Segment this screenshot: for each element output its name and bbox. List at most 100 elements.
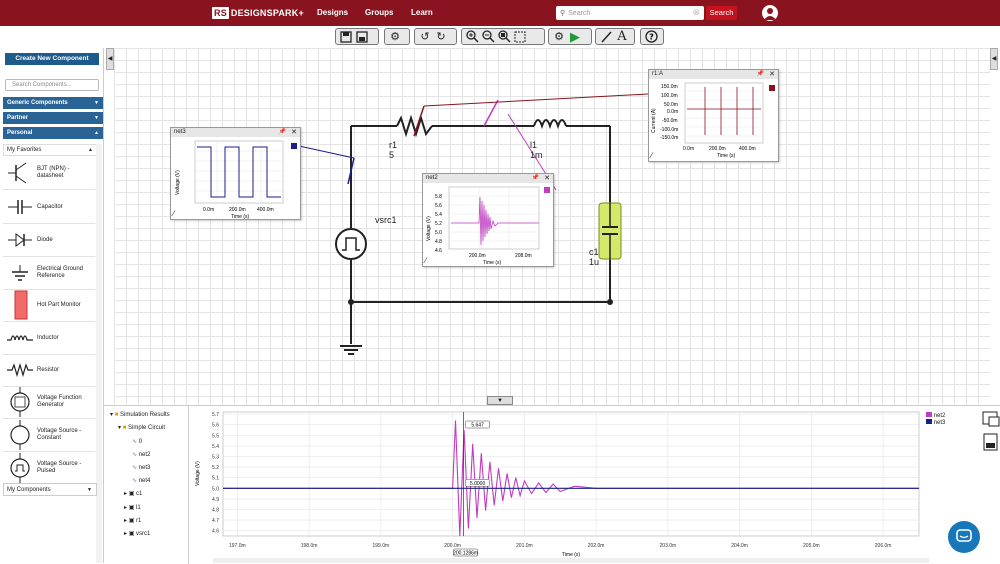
tree-component[interactable]: ▸ ▣ r1	[124, 517, 141, 524]
export-csv-icon[interactable]	[982, 433, 1000, 451]
resize-handle-icon[interactable]: ∕	[651, 151, 652, 160]
component-capacitor[interactable]: Capacitor	[3, 191, 95, 224]
probe-title-bar[interactable]: r1:A 📌 ✕	[649, 70, 778, 79]
component-label: Voltage Function Generator	[37, 395, 82, 408]
user-avatar-icon[interactable]	[762, 5, 778, 21]
category-partner[interactable]: Partner ▼	[3, 112, 103, 124]
draw-wire-icon[interactable]	[598, 30, 614, 44]
category-generic-components[interactable]: Generic Components ▼	[3, 97, 103, 109]
y-tick-label: 4.9	[212, 497, 219, 503]
component-voltage-function-generator[interactable]: Voltage Function Generator	[3, 386, 95, 419]
y-tick-label: 5.0	[212, 486, 219, 492]
nav-link-groups[interactable]: Groups	[365, 8, 393, 17]
results-plot[interactable]: 5.7 5.6 5.5 5.4 5.3 5.2 5.1 5.0 4.9 4.8 4.7 4.6 197.…	[189, 406, 979, 564]
x-axis-label: Time (s)	[717, 153, 735, 159]
tree-net[interactable]: ∿ net3	[132, 464, 150, 471]
y-tick: 5.8	[435, 194, 442, 200]
chat-support-icon[interactable]	[948, 521, 980, 553]
y-tick: 50.0m	[664, 102, 678, 108]
category-personal[interactable]: Personal ▲	[3, 127, 103, 139]
site-search-input[interactable]: ⚲ Search ⊗	[556, 6, 704, 20]
x-axis-label: Time (s)	[483, 260, 501, 266]
inductor-l1[interactable]	[533, 119, 567, 130]
my-components-dropdown[interactable]: My Components ▼	[3, 483, 97, 496]
redo-icon[interactable]: ↻	[433, 30, 449, 44]
clear-search-icon[interactable]: ⊗	[692, 7, 700, 18]
component-diode[interactable]: Diode	[3, 224, 95, 257]
probe-window-net3[interactable]: net3 📌 ✕ 0.0m 200.0m 400.0m Time (s) Vol…	[170, 127, 301, 220]
component-label: Voltage Source - Constant	[37, 428, 82, 441]
nav-link-designs[interactable]: Designs	[317, 8, 348, 17]
pin-icon[interactable]: 📌	[279, 128, 286, 137]
legend-entry-net3[interactable]: net3	[926, 419, 945, 426]
tree-component[interactable]: ▸ ▣ c1	[124, 490, 142, 497]
close-icon[interactable]: ✕	[544, 174, 550, 183]
select-area-icon[interactable]	[512, 30, 528, 44]
component-ground-reference[interactable]: Electrical Ground Reference	[3, 257, 95, 290]
tree-net[interactable]: ∿ net4	[132, 477, 150, 484]
legend-swatch	[926, 419, 932, 424]
series-color-swatch[interactable]	[769, 85, 775, 91]
simulation-settings-icon[interactable]: ⚙	[551, 30, 567, 44]
component-inductor[interactable]: Inductor	[3, 322, 95, 355]
tree-net[interactable]: ∿ net2	[132, 451, 150, 458]
pin-icon[interactable]: 📌	[532, 174, 539, 183]
ground-icon	[3, 258, 37, 288]
probe-title-bar[interactable]: net3 📌 ✕	[171, 128, 300, 137]
help-icon[interactable]: ?	[643, 30, 659, 44]
save-all-icon[interactable]	[354, 30, 370, 44]
component-bjt-npn[interactable]: BJT (NPN) - datasheet	[3, 157, 95, 190]
probe-wire-r1	[423, 93, 649, 107]
legend-entry-net2[interactable]: net2	[926, 412, 945, 419]
tree-circuit[interactable]: ▾ ■ Simple Circuit	[118, 424, 165, 431]
collapse-right-panel-handle[interactable]: ◀	[990, 48, 998, 70]
component-voltage-source-constant[interactable]: Voltage Source - Constant	[3, 419, 95, 452]
resize-handle-icon[interactable]: ∕	[425, 256, 426, 265]
schematic-canvas[interactable]: r1 5 l1 1m c1 1u vsrc1 net3 📌 ✕ 0.0m 200…	[114, 48, 990, 405]
component-voltage-source-pulsed[interactable]: Voltage Source - Pulsed	[3, 451, 95, 484]
tree-circuit-label: Simple Circuit	[127, 425, 165, 431]
probe-window-r1[interactable]: r1:A 📌 ✕ 150.0m 100.0m 50.0m 0.0m -50.0m…	[648, 69, 779, 162]
voltage-source-icon	[3, 420, 37, 450]
tree-root[interactable]: ▾ ■ Simulation Results	[110, 411, 170, 418]
series-color-swatch[interactable]	[291, 143, 297, 149]
collapse-results-panel-handle[interactable]: ▼	[487, 396, 513, 405]
pin-icon[interactable]: 📌	[757, 70, 764, 79]
capacitor-icon	[3, 192, 37, 222]
toolbar-group-file	[335, 28, 379, 45]
run-simulation-icon[interactable]: ▶	[567, 29, 583, 44]
collapse-sidebar-handle[interactable]: ◀	[106, 48, 114, 70]
zoom-fit-icon[interactable]	[496, 30, 512, 44]
tree-component[interactable]: ▸ ▣ vsrc1	[124, 530, 150, 537]
nav-link-learn[interactable]: Learn	[411, 8, 433, 17]
plot-window-icon[interactable]	[982, 410, 1000, 428]
designspark-logo[interactable]: RS DESIGNSPARK+	[212, 7, 304, 19]
sidebar-scrollbar[interactable]	[96, 144, 102, 563]
zoom-in-icon[interactable]	[464, 30, 480, 44]
component-resistor[interactable]: Resistor	[3, 354, 95, 387]
tree-net[interactable]: ∿ 0	[132, 438, 142, 445]
pulsed-voltage-source-vsrc1[interactable]	[335, 228, 367, 260]
save-icon[interactable]	[338, 30, 354, 44]
component-search-input[interactable]: Search Components...	[5, 79, 99, 91]
y-tick: 4.6	[435, 248, 442, 254]
close-icon[interactable]: ✕	[291, 128, 297, 137]
component-hot-part-monitor[interactable]: Hot Part Monitor	[3, 289, 95, 322]
resistor-r1[interactable]	[396, 114, 433, 138]
create-new-component-button[interactable]: Create New Component	[5, 53, 99, 65]
series-color-swatch[interactable]	[544, 187, 550, 193]
my-favorites-dropdown[interactable]: My Favorites ▲	[3, 144, 97, 156]
tree-component[interactable]: ▸ ▣ l1	[124, 504, 141, 511]
text-tool-icon[interactable]: A	[614, 29, 630, 44]
component-label: BJT (NPN) - datasheet	[37, 166, 70, 179]
search-button[interactable]: Search	[706, 6, 737, 20]
settings-icon[interactable]: ⚙	[387, 30, 403, 44]
close-icon[interactable]: ✕	[769, 70, 775, 79]
zoom-out-icon[interactable]	[480, 30, 496, 44]
probe-title-bar[interactable]: net2 📌 ✕	[423, 174, 553, 183]
search-placeholder: Search	[568, 9, 591, 17]
component-icon: ▣	[128, 491, 135, 497]
probe-window-net2[interactable]: net2 📌 ✕ 5.8 5.6 5.4 5.2 5.0 4.8 4.6 200…	[422, 173, 554, 267]
undo-icon[interactable]: ↺	[417, 30, 433, 44]
resize-handle-icon[interactable]: ∕	[173, 209, 174, 218]
